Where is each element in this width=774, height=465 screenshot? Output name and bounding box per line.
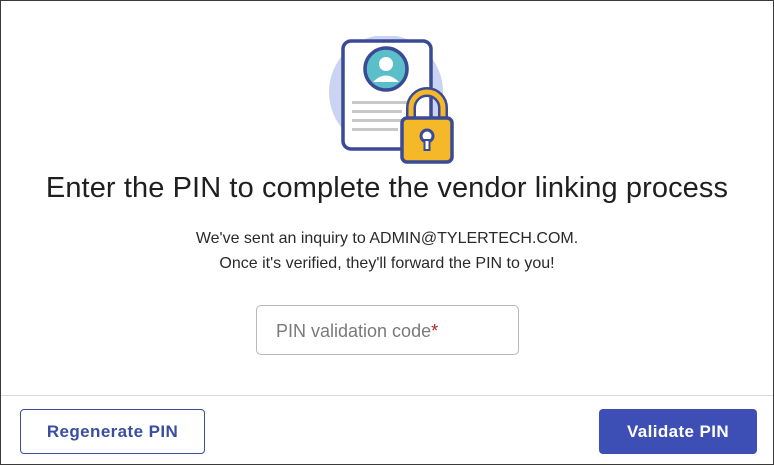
pin-validation-field[interactable]: PIN validation code* [256, 305, 519, 355]
regenerate-pin-button[interactable]: Regenerate PIN [20, 409, 205, 454]
dialog-title: Enter the PIN to complete the vendor lin… [45, 172, 729, 204]
pin-dialog: Enter the PIN to complete the vendor lin… [0, 0, 774, 465]
pin-input[interactable] [257, 306, 518, 354]
dialog-body: Enter the PIN to complete the vendor lin… [1, 1, 773, 395]
inquiry-message: We've sent an inquiry to ADMIN@TYLERTECH… [195, 230, 579, 247]
dialog-footer: Regenerate PIN Validate PIN [1, 395, 773, 464]
profile-document-lock-icon [329, 36, 454, 164]
forward-message: Once it's verified, they'll forward the … [219, 255, 555, 272]
validate-pin-button[interactable]: Validate PIN [599, 409, 757, 454]
